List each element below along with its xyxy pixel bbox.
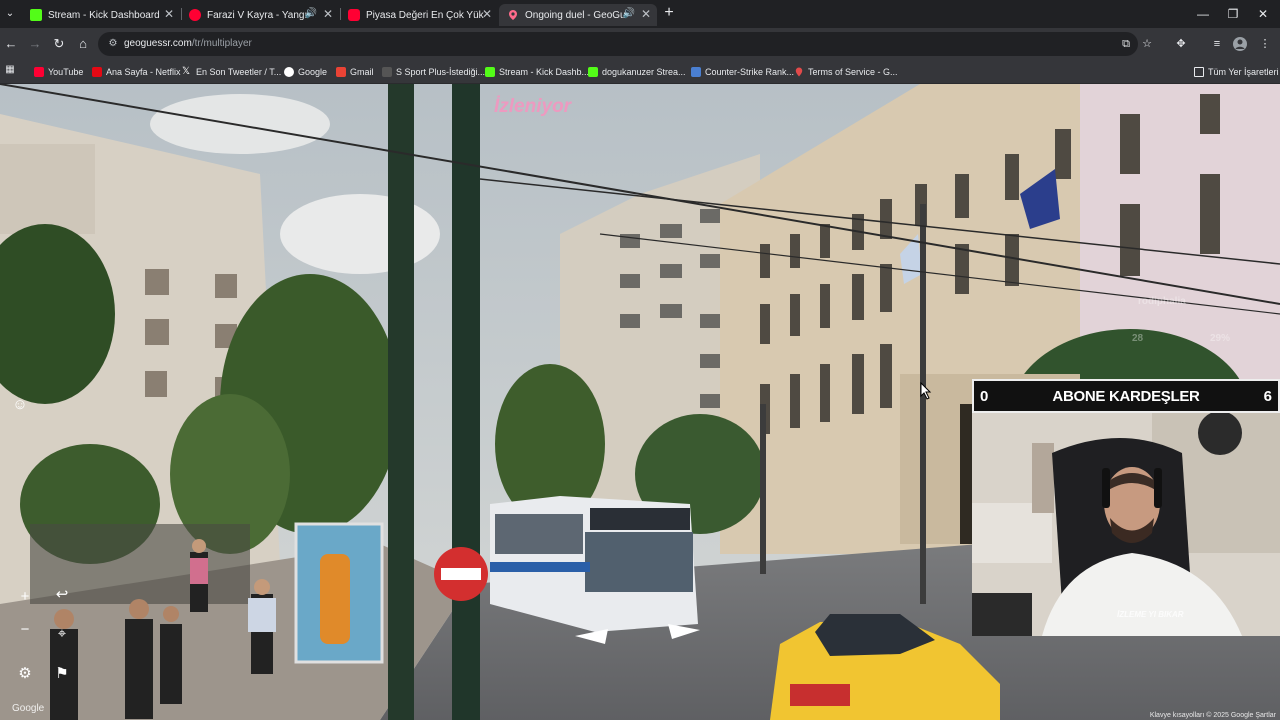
map-pin-icon (507, 9, 519, 21)
youtube-icon (348, 9, 360, 21)
tab-youtube-farazi[interactable]: Farazi V Kayra - Yangın III: 1 🔊 ✕ (181, 4, 339, 26)
close-tab-icon[interactable]: ✕ (482, 7, 492, 21)
undo-move-icon[interactable]: ↩ (52, 585, 72, 605)
site-settings-icon[interactable]: ⚙ (106, 37, 120, 51)
maximize-button[interactable]: ❐ (1218, 5, 1248, 23)
emoji-icon[interactable]: ☺ (10, 395, 30, 415)
counter-strike-icon (691, 67, 701, 77)
tab-title: Ongoing duel - GeoGuessr (525, 9, 625, 21)
stream-watermark: İZLEME YI BIKAR (1117, 610, 1184, 619)
close-tab-icon[interactable]: ✕ (641, 7, 651, 21)
kick-icon (30, 9, 42, 21)
tab-title: Stream - Kick Dashboard (48, 9, 160, 21)
google-icon (284, 67, 294, 77)
ssport-icon (382, 67, 392, 77)
menu-icon[interactable]: ⋮ (1257, 36, 1273, 52)
close-window-button[interactable]: ✕ (1248, 5, 1278, 23)
forward-icon[interactable]: → (26, 35, 44, 53)
address-bar[interactable]: ⚙ geoguessr.com/tr/multiplayer (98, 32, 1138, 56)
bookmark-counter-strike[interactable]: Counter-Strike Rank... (691, 64, 794, 80)
bookmark-netflix[interactable]: Ana Sayfa - Netflix (92, 64, 181, 80)
goal-banner-text: ABONE KARDEŞLER (1052, 387, 1200, 405)
home-icon[interactable]: ⌂ (74, 35, 92, 53)
bookmark-gmail[interactable]: Gmail (336, 64, 374, 80)
tab-search-icon[interactable]: ⌄ (2, 6, 18, 22)
youtube-icon (189, 9, 201, 21)
url-text[interactable]: geoguessr.com/tr/multiplayer (124, 38, 252, 49)
map-copyright[interactable]: Klavye kısayolları © 2025 Google Şartlar (1150, 712, 1276, 719)
mouse-cursor-icon (920, 382, 932, 400)
apps-grid-icon[interactable]: ▦ (4, 64, 16, 76)
reload-icon[interactable]: ↻ (50, 35, 68, 53)
speaker-icon[interactable]: 🔊 (305, 8, 317, 19)
zoom-out-button[interactable]: − (15, 620, 35, 640)
folder-icon (1194, 67, 1204, 77)
browser-window: ⌄ Stream - Kick Dashboard ✕ Farazi V Kay… (0, 0, 1280, 720)
zoom-in-button[interactable]: + (15, 587, 35, 607)
bookmark-kick-dashboard[interactable]: Stream - Kick Dashb... (485, 64, 589, 80)
tab-youtube-piyasa[interactable]: Piyasa Değeri En Çok Yükselen ✕ (340, 4, 498, 26)
bookmark-kick-stream[interactable]: dogukanuzer Strea... (588, 64, 686, 80)
webcam-image (972, 413, 1280, 636)
goal-target-count: 6 (1263, 387, 1272, 405)
tab-strip: ⌄ Stream - Kick Dashboard ✕ Farazi V Kay… (0, 0, 1280, 28)
bookmark-x[interactable]: 𝕏 En Son Tweetler / T... (182, 64, 281, 80)
return-to-start-icon[interactable]: ⌖ (52, 624, 72, 644)
extensions-icon[interactable]: ✥ (1173, 36, 1189, 52)
all-bookmarks-folder[interactable]: Tüm Yer İşaretleri (1194, 64, 1279, 80)
speaker-icon[interactable]: 🔊 (623, 8, 635, 19)
toolbar: ← → ↻ ⌂ ⚙ geoguessr.com/tr/multiplayer ⧉… (0, 28, 1280, 60)
subscriber-goal-banner: 0 ABONE KARDEŞLER 6 (972, 379, 1280, 413)
new-tab-button[interactable]: + (661, 5, 677, 21)
close-tab-icon[interactable]: ✕ (323, 7, 333, 21)
ghost-overlay-percent: 29% (1210, 333, 1231, 344)
netflix-icon (92, 67, 102, 77)
tab-title: Piyasa Değeri En Çok Yükselen (366, 9, 484, 21)
tab-geoguessr[interactable]: Ongoing duel - GeoGuessr 🔊 ✕ (499, 4, 657, 26)
kick-icon (485, 67, 495, 77)
tab-kick-dashboard[interactable]: Stream - Kick Dashboard ✕ (22, 4, 180, 26)
goal-current-count: 0 (980, 387, 989, 405)
gmail-icon (336, 67, 346, 77)
youtube-icon (34, 67, 44, 77)
bookmark-ssport[interactable]: S Sport Plus-İstediği... (382, 64, 485, 80)
bookmarks-bar: ▦ YouTube Ana Sayfa - Netflix 𝕏 En Son Tw… (0, 60, 1280, 84)
webcam-overlay: İZLEME YI BIKAR (972, 413, 1280, 636)
tab-title: Farazi V Kayra - Yangın III: 1 (207, 9, 307, 21)
profile-avatar[interactable] (1232, 36, 1248, 52)
ghost-overlay-text: rodiphalia (1138, 296, 1186, 307)
bookmark-star-icon[interactable]: ☆ (1139, 36, 1155, 52)
kick-icon (588, 67, 598, 77)
back-icon[interactable]: ← (2, 35, 20, 53)
bookmark-google[interactable]: Google (284, 64, 327, 80)
ghost-overlay-number: 28 (1132, 333, 1144, 344)
bookmark-geoguessr-terms[interactable]: Terms of Service - G... (794, 64, 898, 80)
watching-label: İzleniyor (494, 96, 572, 117)
flag-icon[interactable]: ⚑ (52, 664, 72, 684)
map-pin-icon (794, 67, 804, 77)
settings-gear-icon[interactable]: ⚙ (15, 664, 35, 684)
install-app-icon[interactable]: ⧉ (1118, 36, 1134, 52)
minimize-button[interactable]: — (1188, 5, 1218, 23)
bookmark-youtube[interactable]: YouTube (34, 64, 83, 80)
close-tab-icon[interactable]: ✕ (164, 7, 174, 21)
google-logo: Google (12, 703, 45, 714)
media-control-icon[interactable]: ≡ (1209, 36, 1225, 52)
x-logo-icon: 𝕏 (182, 66, 191, 77)
